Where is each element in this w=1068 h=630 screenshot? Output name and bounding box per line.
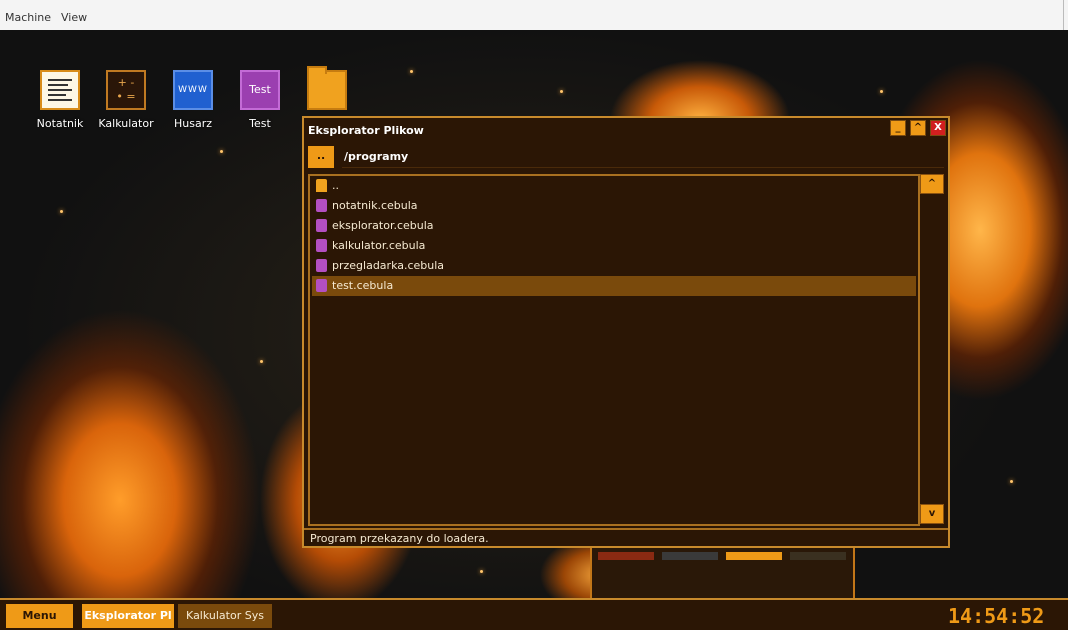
maximize-button[interactable]: ^ <box>910 120 926 136</box>
file-icon <box>316 239 327 252</box>
host-menu-bar: Machine View <box>0 0 1068 31</box>
status-bar: Program przekazany do loadera. <box>304 528 948 546</box>
desktop-icon-label: Test <box>249 117 271 130</box>
scroll-down-button[interactable]: v <box>920 504 944 524</box>
host-menu-view[interactable]: View <box>61 11 87 24</box>
file-name: przegladarka.cebula <box>332 259 445 272</box>
browser-icon: WWW <box>173 70 213 110</box>
file-name: eksplorator.cebula <box>332 219 434 232</box>
desktop-icon-kalkulator[interactable]: + - • = Kalkulator <box>96 70 156 130</box>
spark <box>480 570 483 573</box>
spark <box>60 210 63 213</box>
notepad-icon <box>40 70 80 110</box>
folder-icon <box>307 66 347 110</box>
folder-icon <box>316 179 327 192</box>
file-icon <box>316 279 327 292</box>
desktop-icon-husarz[interactable]: WWW Husarz <box>163 70 223 130</box>
file-name: notatnik.cebula <box>332 199 418 212</box>
desktop-icon-label: Kalkulator <box>98 117 154 130</box>
file-name: test.cebula <box>332 279 394 292</box>
taskbar-item-explorer[interactable]: Eksplorator Pl <box>82 604 174 628</box>
host-window-edge <box>1063 0 1064 30</box>
list-item[interactable]: kalkulator.cebula <box>312 236 916 256</box>
spark <box>260 360 263 363</box>
file-name: kalkulator.cebula <box>332 239 426 252</box>
file-icon <box>316 219 327 232</box>
taskbar: Menu Eksplorator Pl Kalkulator Sys 14:54… <box>0 598 1068 630</box>
list-item[interactable]: przegladarka.cebula <box>312 256 916 276</box>
list-item[interactable]: notatnik.cebula <box>312 196 916 216</box>
parent-folder-button[interactable]: .. <box>308 146 334 168</box>
spark <box>220 150 223 153</box>
list-item[interactable]: eksplorator.cebula <box>312 216 916 236</box>
desktop-icon-folder[interactable] <box>297 66 357 117</box>
path-field[interactable]: /programy <box>342 146 944 168</box>
file-explorer-window: Eksplorator Plikow _ ^ X .. /programy ..… <box>302 116 950 548</box>
taskbar-item-calculator[interactable]: Kalkulator Sys <box>178 604 272 628</box>
file-icon <box>316 259 327 272</box>
desktop-icon-test[interactable]: Test Test <box>230 70 290 130</box>
close-button[interactable]: X <box>930 120 946 136</box>
desktop-icon-label: Notatnik <box>36 117 84 130</box>
spark <box>1010 480 1013 483</box>
spark <box>880 90 883 93</box>
file-list: .. notatnik.cebula eksplorator.cebula ka… <box>308 174 920 526</box>
list-item[interactable]: .. <box>312 176 916 196</box>
scroll-up-button[interactable]: ^ <box>920 174 944 194</box>
window-title: Eksplorator Plikow <box>308 124 424 137</box>
background-window[interactable] <box>590 540 855 598</box>
list-item-selected[interactable]: test.cebula <box>312 276 916 296</box>
start-menu-button[interactable]: Menu <box>6 604 73 628</box>
desktop-icon-label: Husarz <box>173 117 212 130</box>
spark <box>560 90 563 93</box>
minimize-button[interactable]: _ <box>890 120 906 136</box>
path-row: .. /programy <box>304 144 948 170</box>
window-titlebar[interactable]: Eksplorator Plikow _ ^ X <box>304 118 948 142</box>
test-app-icon: Test <box>240 70 280 110</box>
file-icon <box>316 199 327 212</box>
spark <box>410 70 413 73</box>
desktop-icon-notatnik[interactable]: Notatnik <box>30 70 90 130</box>
host-menu-machine[interactable]: Machine <box>5 11 51 24</box>
calculator-icon: + - • = <box>106 70 146 110</box>
file-name: .. <box>332 179 339 192</box>
clock: 14:54:52 <box>948 604 1045 628</box>
